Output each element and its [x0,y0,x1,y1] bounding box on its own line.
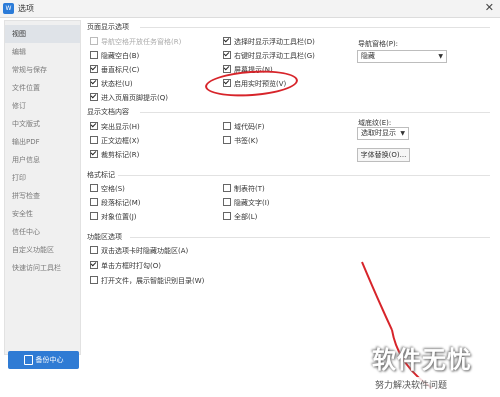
annotation-arrow-line [361,261,393,331]
watermark-tagline: 努力解决软件问题 [372,377,490,392]
watermark-logo-text: 软件无忧 [372,346,472,374]
watermark: 软件无忧 努力解决软件问题 [372,340,490,392]
annotation-overlay [361,261,433,389]
